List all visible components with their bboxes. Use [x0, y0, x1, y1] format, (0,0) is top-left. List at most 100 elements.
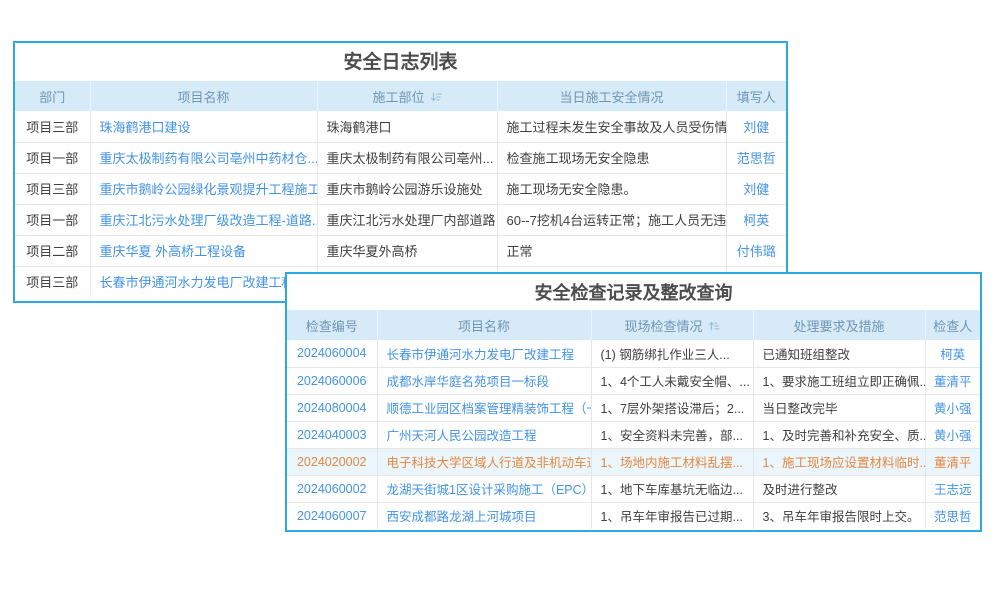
inspection-number-cell[interactable]: 2024060004	[287, 340, 377, 367]
safety-log-table: 部门项目名称施工部位当日施工安全情况填写人 项目三部珠海鹤港口建设珠海鹤港口施工…	[15, 81, 786, 297]
inspection-row[interactable]: 2024020002电子科技大学区域人行道及非机动车道工程1、场地内施工材料乱摆…	[287, 448, 980, 475]
project-name-cell[interactable]: 珠海鹤港口建设	[90, 111, 317, 142]
project-name-cell[interactable]: 电子科技大学区域人行道及非机动车道工程	[377, 448, 591, 475]
project-name-cell[interactable]: 长春市伊通河水力发电厂改建工程	[377, 340, 591, 367]
project-name-cell[interactable]: 重庆市鹅岭公园绿化景观提升工程施工	[90, 173, 317, 204]
site-check-status-cell: 1、4个工人未戴安全帽、...	[591, 367, 753, 394]
required-measures-cell: 当日整改完毕	[753, 394, 925, 421]
project-name-cell[interactable]: 顺德工业园区档案管理精装饰工程（一标段	[377, 394, 591, 421]
inspector-cell[interactable]: 王志远	[925, 475, 980, 502]
required-measures-cell: 3、吊车年审报告限时上交。	[753, 502, 925, 529]
project-name-cell[interactable]: 广州天河人民公园改造工程	[377, 421, 591, 448]
inspection-row[interactable]: 2024060004长春市伊通河水力发电厂改建工程(1) 钢筋绑扎作业三人...…	[287, 340, 980, 367]
column-label: 填写人	[737, 90, 776, 105]
site-check-status-cell: 1、7层外架搭设滞后；2...	[591, 394, 753, 421]
site-check-status-cell: (1) 钢筋绑扎作业三人...	[591, 340, 753, 367]
writer-cell[interactable]: 柯英	[726, 204, 786, 235]
project-name-cell[interactable]: 成都水岸华庭名苑项目一标段	[377, 367, 591, 394]
required-measures-cell: 1、要求施工班组立即正确佩...	[753, 367, 925, 394]
safety-log-panel: 安全日志列表 部门项目名称施工部位当日施工安全情况填写人 项目三部珠海鹤港口建设…	[13, 41, 788, 303]
construction-part-cell: 珠海鹤港口	[317, 111, 497, 142]
column-header-writer[interactable]: 填写人	[726, 81, 786, 111]
construction-part-cell: 重庆华夏外高桥	[317, 235, 497, 266]
inspection-number-cell[interactable]: 2024080004	[287, 394, 377, 421]
construction-part-cell: 重庆市鹅岭公园游乐设施处	[317, 173, 497, 204]
sort-descending-icon[interactable]	[430, 91, 442, 106]
required-measures-cell: 及时进行整改	[753, 475, 925, 502]
sort-ascending-icon[interactable]	[708, 320, 720, 335]
safety-log-header-row: 部门 项目名称 施工部位 当日施工安全情况 填写人	[15, 81, 786, 111]
writer-cell[interactable]: 刘健	[726, 111, 786, 142]
inspector-cell[interactable]: 董清平	[925, 367, 980, 394]
daily-safety-status-cell: 检查施工现场无安全隐患	[497, 142, 726, 173]
site-check-status-cell: 1、安全资料未完善，部...	[591, 421, 753, 448]
safety-log-row[interactable]: 项目三部珠海鹤港口建设珠海鹤港口施工过程未发生安全事故及人员受伤情况刘健	[15, 111, 786, 142]
column-label: 现场检查情况	[624, 319, 702, 334]
project-name-cell[interactable]: 长春市伊通河水力发电厂改建工程	[90, 266, 317, 297]
column-header-project-name[interactable]: 项目名称	[90, 81, 317, 111]
inspector-cell[interactable]: 董清平	[925, 448, 980, 475]
writer-cell[interactable]: 范思哲	[726, 142, 786, 173]
column-label: 施工部位	[372, 90, 424, 105]
safety-log-row[interactable]: 项目三部重庆市鹅岭公园绿化景观提升工程施工重庆市鹅岭公园游乐设施处施工现场无安全…	[15, 173, 786, 204]
column-header-inspection-number[interactable]: 检查编号	[287, 310, 377, 340]
daily-safety-status-cell: 施工现场无安全隐患。	[497, 173, 726, 204]
inspection-query-table: 检查编号 项目名称 现场检查情况 处理要求及措施 检查人 2024060004长春市伊通…	[287, 310, 980, 529]
department-cell: 项目三部	[15, 266, 90, 297]
department-cell: 项目二部	[15, 235, 90, 266]
department-cell: 项目三部	[15, 111, 90, 142]
safety-log-title: 安全日志列表	[15, 43, 786, 81]
column-label: 项目名称	[177, 90, 229, 105]
department-cell: 项目三部	[15, 173, 90, 204]
inspector-cell[interactable]: 黄小强	[925, 394, 980, 421]
safety-log-row[interactable]: 项目一部重庆太极制药有限公司亳州中药材仓...重庆太极制药有限公司亳州...检查…	[15, 142, 786, 173]
construction-part-cell: 重庆太极制药有限公司亳州...	[317, 142, 497, 173]
column-label: 处理要求及措施	[793, 319, 884, 334]
column-header-daily-safety-status[interactable]: 当日施工安全情况	[497, 81, 726, 111]
project-name-cell[interactable]: 重庆江北污水处理厂级改造工程-道路...	[90, 204, 317, 235]
project-name-cell[interactable]: 西安成都路龙湖上河城项目	[377, 502, 591, 529]
inspection-query-title: 安全检查记录及整改查询	[287, 274, 980, 310]
safety-log-row[interactable]: 项目一部重庆江北污水处理厂级改造工程-道路...重庆江北污水处理厂内部道路60-…	[15, 204, 786, 235]
inspection-header-row: 检查编号 项目名称 现场检查情况 处理要求及措施 检查人	[287, 310, 980, 340]
safety-log-row[interactable]: 项目二部重庆华夏 外高桥工程设备重庆华夏外高桥正常付伟璐	[15, 235, 786, 266]
inspection-number-cell[interactable]: 2024060007	[287, 502, 377, 529]
construction-part-cell: 重庆江北污水处理厂内部道路	[317, 204, 497, 235]
department-cell: 项目一部	[15, 204, 90, 235]
department-cell: 项目一部	[15, 142, 90, 173]
writer-cell[interactable]: 刘健	[726, 173, 786, 204]
writer-cell[interactable]: 付伟璐	[726, 235, 786, 266]
required-measures-cell: 1、及时完善和补充安全、质...	[753, 421, 925, 448]
inspection-number-cell[interactable]: 2024020002	[287, 448, 377, 475]
column-label: 检查人	[933, 319, 972, 334]
project-name-cell[interactable]: 龙湖天街城1区设计采购施工（EPC）总承	[377, 475, 591, 502]
inspection-row[interactable]: 2024040003广州天河人民公园改造工程1、安全资料未完善，部...1、及时…	[287, 421, 980, 448]
project-name-cell[interactable]: 重庆华夏 外高桥工程设备	[90, 235, 317, 266]
daily-safety-status-cell: 施工过程未发生安全事故及人员受伤情况	[497, 111, 726, 142]
inspection-row[interactable]: 2024060006成都水岸华庭名苑项目一标段1、4个工人未戴安全帽、...1、…	[287, 367, 980, 394]
inspector-cell[interactable]: 范思哲	[925, 502, 980, 529]
column-label: 当日施工安全情况	[559, 90, 663, 105]
page: 安全日志列表 部门项目名称施工部位当日施工安全情况填写人 项目三部珠海鹤港口建设…	[0, 0, 1000, 600]
inspector-cell[interactable]: 黄小强	[925, 421, 980, 448]
site-check-status-cell: 1、场地内施工材料乱摆...	[591, 448, 753, 475]
daily-safety-status-cell: 正常	[497, 235, 726, 266]
inspection-row[interactable]: 2024080004顺德工业园区档案管理精装饰工程（一标段1、7层外架搭设滞后；…	[287, 394, 980, 421]
daily-safety-status-cell: 60--7挖机4台运转正常；施工人员无违...	[497, 204, 726, 235]
inspector-cell[interactable]: 柯英	[925, 340, 980, 367]
column-label: 项目名称	[458, 319, 510, 334]
column-header-inspector[interactable]: 检查人	[925, 310, 980, 340]
column-header-site-check-status[interactable]: 现场检查情况	[591, 310, 753, 340]
required-measures-cell: 1、施工现场应设置材料临时...	[753, 448, 925, 475]
inspection-number-cell[interactable]: 2024060002	[287, 475, 377, 502]
column-header-department[interactable]: 部门	[15, 81, 90, 111]
project-name-cell[interactable]: 重庆太极制药有限公司亳州中药材仓...	[90, 142, 317, 173]
inspection-number-cell[interactable]: 2024060006	[287, 367, 377, 394]
column-header-project-name[interactable]: 项目名称	[377, 310, 591, 340]
column-header-construction-part[interactable]: 施工部位	[317, 81, 497, 111]
inspection-row[interactable]: 2024060002龙湖天街城1区设计采购施工（EPC）总承1、地下车库基坑无临…	[287, 475, 980, 502]
column-label: 部门	[39, 90, 65, 105]
inspection-row[interactable]: 2024060007西安成都路龙湖上河城项目1、吊车年审报告已过期...3、吊车…	[287, 502, 980, 529]
inspection-number-cell[interactable]: 2024040003	[287, 421, 377, 448]
column-header-required-measures[interactable]: 处理要求及措施	[753, 310, 925, 340]
